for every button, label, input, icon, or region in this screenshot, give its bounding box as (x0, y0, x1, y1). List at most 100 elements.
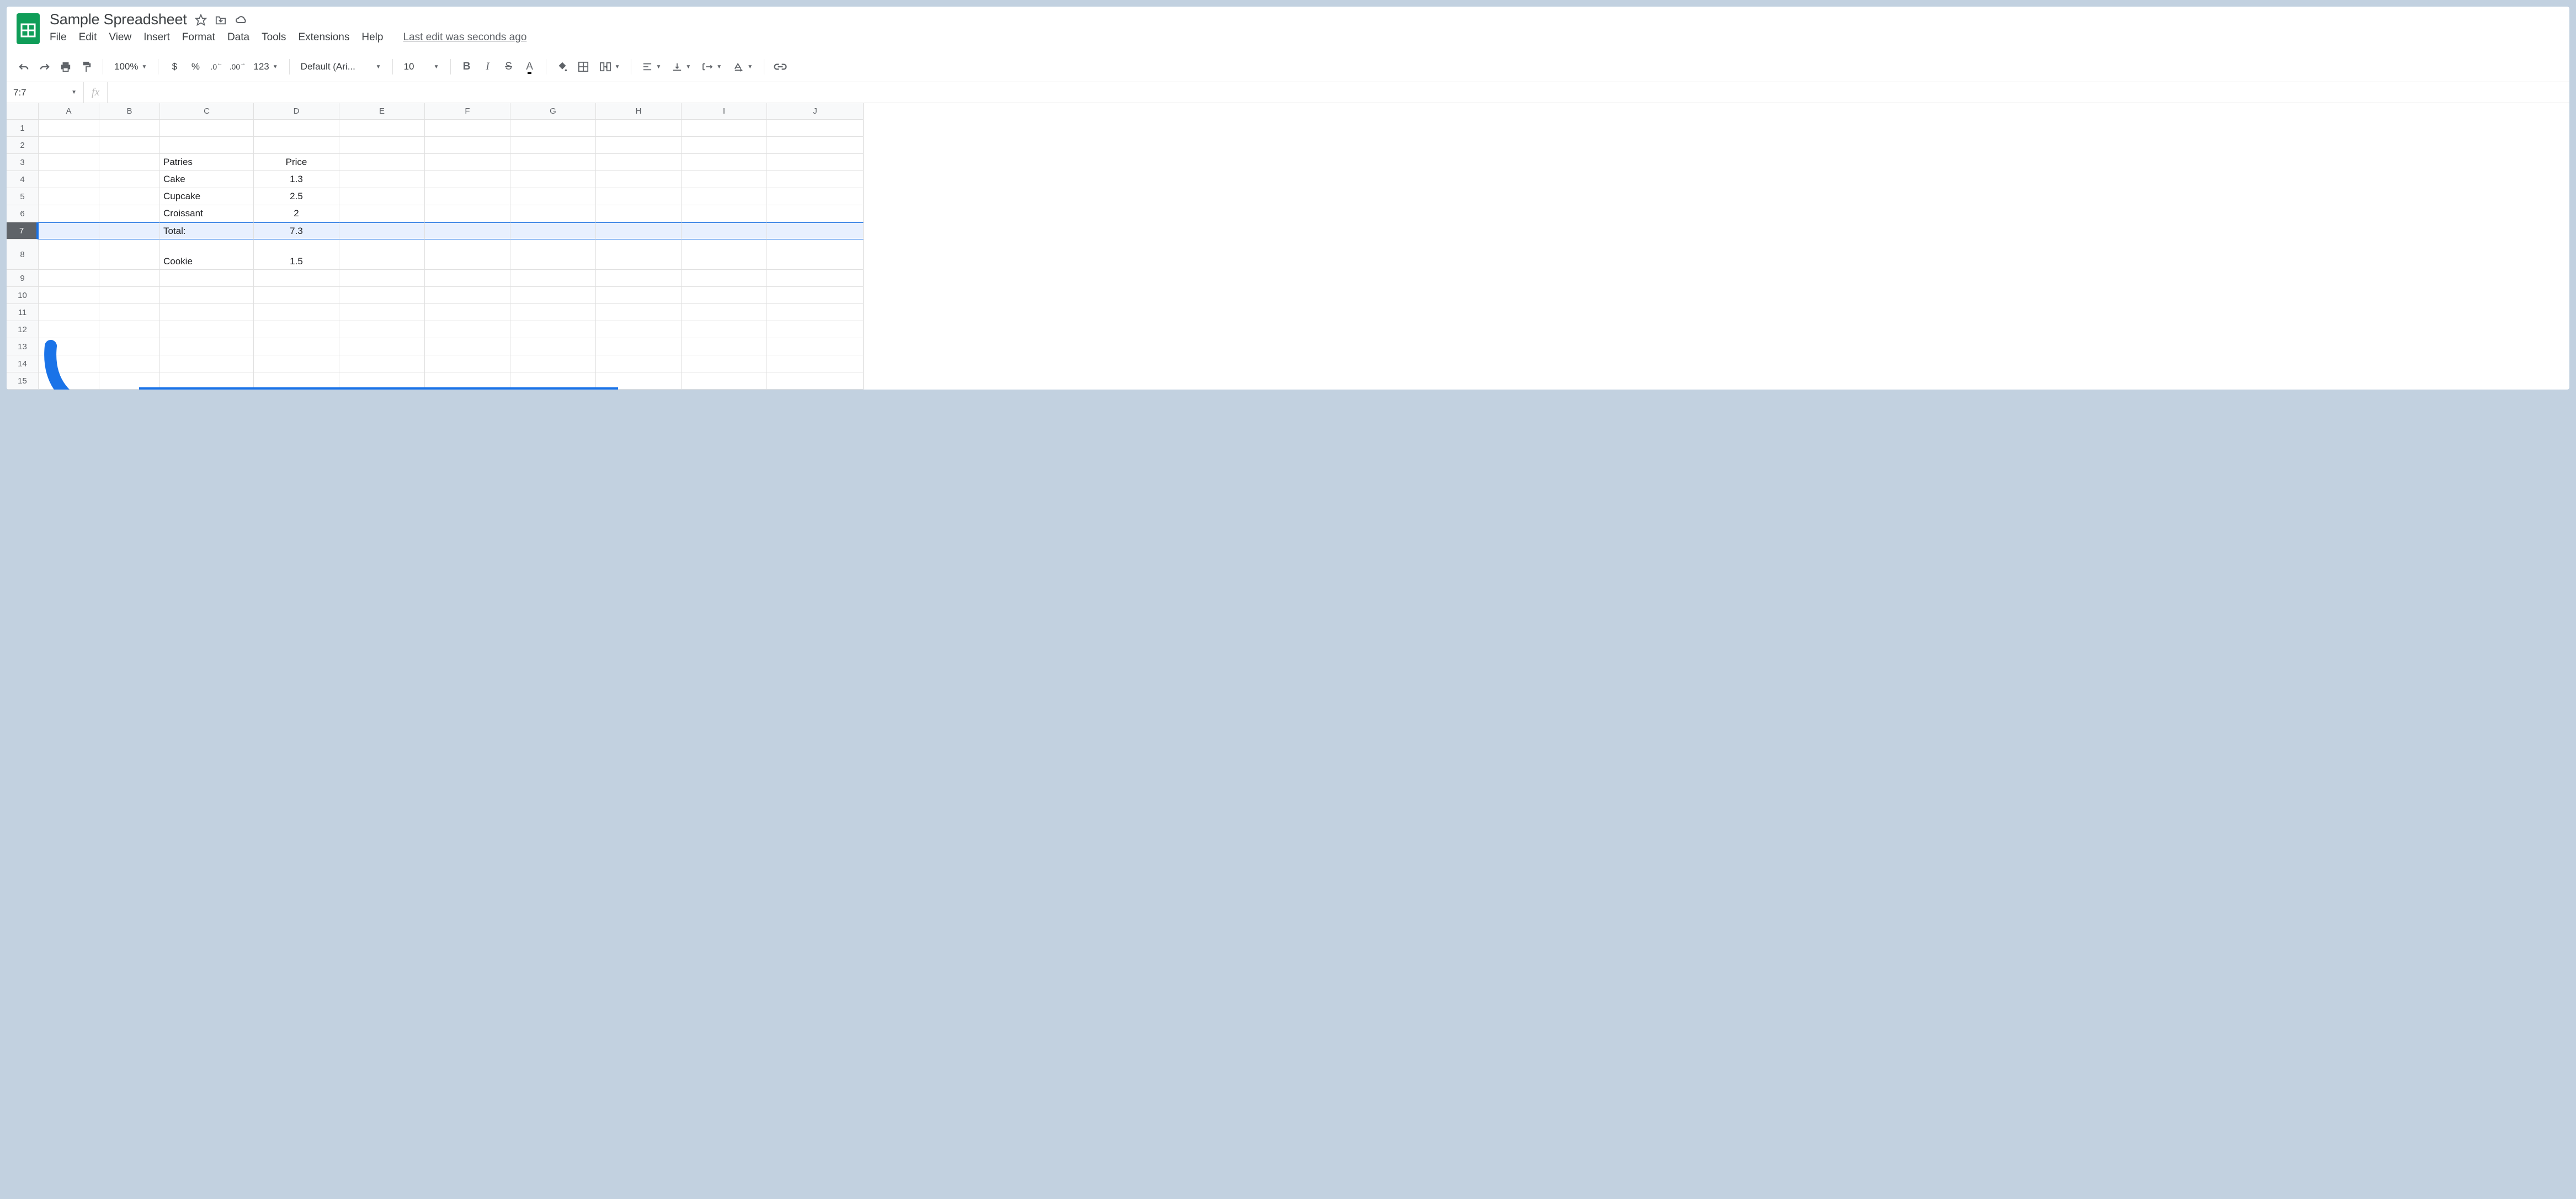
cell[interactable] (767, 120, 864, 137)
cell[interactable] (425, 120, 510, 137)
row-header[interactable]: 1 (7, 120, 39, 137)
cell[interactable] (254, 338, 339, 355)
star-icon[interactable] (195, 14, 207, 26)
cell[interactable] (160, 355, 254, 372)
cell[interactable] (339, 137, 425, 154)
cell[interactable] (99, 321, 160, 338)
cell[interactable] (425, 338, 510, 355)
cell[interactable] (425, 205, 510, 222)
cell[interactable] (254, 372, 339, 390)
cell[interactable]: Patries (160, 154, 254, 171)
cell[interactable] (39, 171, 99, 188)
cell[interactable] (339, 205, 425, 222)
cell[interactable] (682, 120, 767, 137)
cell[interactable] (160, 321, 254, 338)
row-header[interactable]: 15 (7, 372, 39, 390)
cell[interactable]: Total: (160, 222, 254, 239)
col-header-E[interactable]: E (339, 103, 425, 120)
cell[interactable] (425, 355, 510, 372)
cell[interactable] (39, 205, 99, 222)
horizontal-align-dropdown[interactable]: ▼ (638, 62, 666, 71)
cell[interactable] (510, 372, 596, 390)
undo-button[interactable] (14, 57, 33, 76)
cell[interactable] (596, 321, 682, 338)
row-header[interactable]: 9 (7, 270, 39, 287)
cell[interactable] (596, 205, 682, 222)
row-header[interactable]: 7 (7, 222, 39, 239)
cell[interactable] (160, 120, 254, 137)
cell[interactable] (39, 137, 99, 154)
cell[interactable] (682, 137, 767, 154)
row-header[interactable]: 14 (7, 355, 39, 372)
cell[interactable] (596, 120, 682, 137)
italic-button[interactable]: I (478, 57, 497, 76)
row-header[interactable]: 11 (7, 304, 39, 321)
cell[interactable] (339, 372, 425, 390)
cell[interactable] (254, 355, 339, 372)
cell[interactable] (510, 222, 596, 239)
cell[interactable] (99, 355, 160, 372)
decrease-decimal-button[interactable]: .0← (207, 57, 226, 76)
last-edit-link[interactable]: Last edit was seconds ago (403, 31, 526, 44)
paint-format-button[interactable] (77, 57, 96, 76)
sheets-logo[interactable] (14, 11, 42, 46)
cell[interactable] (160, 137, 254, 154)
cell[interactable] (99, 205, 160, 222)
cell[interactable] (596, 372, 682, 390)
cell[interactable] (596, 137, 682, 154)
col-header-C[interactable]: C (160, 103, 254, 120)
cell[interactable] (39, 304, 99, 321)
cell[interactable] (425, 154, 510, 171)
cell[interactable] (510, 270, 596, 287)
cell[interactable] (682, 287, 767, 304)
cell[interactable]: Cookie (160, 239, 254, 270)
cell[interactable] (254, 270, 339, 287)
cell[interactable] (510, 188, 596, 205)
cell[interactable] (425, 137, 510, 154)
menu-view[interactable]: View (109, 31, 131, 44)
cell[interactable] (682, 355, 767, 372)
cell[interactable] (339, 287, 425, 304)
cell[interactable] (682, 154, 767, 171)
strikethrough-button[interactable]: S (499, 57, 518, 76)
cell[interactable] (160, 287, 254, 304)
borders-button[interactable] (574, 57, 593, 76)
cell[interactable] (99, 188, 160, 205)
cell[interactable] (99, 137, 160, 154)
cell[interactable] (99, 372, 160, 390)
row-header[interactable]: 6 (7, 205, 39, 222)
cell[interactable] (682, 171, 767, 188)
cloud-status-icon[interactable] (235, 14, 248, 25)
cell[interactable] (425, 321, 510, 338)
cell[interactable]: 1.5 (254, 239, 339, 270)
cell[interactable] (39, 154, 99, 171)
row-header[interactable]: 3 (7, 154, 39, 171)
cell[interactable] (510, 355, 596, 372)
bold-button[interactable]: B (457, 57, 476, 76)
cell[interactable] (39, 239, 99, 270)
menu-help[interactable]: Help (361, 31, 383, 44)
cell[interactable] (160, 338, 254, 355)
row-header[interactable]: 8 (7, 239, 39, 270)
cell[interactable] (510, 154, 596, 171)
col-header-G[interactable]: G (510, 103, 596, 120)
col-header-F[interactable]: F (425, 103, 510, 120)
cell[interactable] (682, 372, 767, 390)
cell[interactable] (682, 338, 767, 355)
cell[interactable] (99, 222, 160, 239)
cell[interactable] (510, 287, 596, 304)
cell[interactable] (425, 304, 510, 321)
cell[interactable] (339, 171, 425, 188)
cell[interactable] (510, 205, 596, 222)
cell[interactable] (425, 188, 510, 205)
cell[interactable] (596, 355, 682, 372)
cell[interactable] (510, 239, 596, 270)
cell[interactable] (254, 304, 339, 321)
cell[interactable] (254, 321, 339, 338)
cell[interactable] (39, 222, 99, 239)
cell[interactable] (767, 239, 864, 270)
menu-extensions[interactable]: Extensions (298, 31, 349, 44)
move-icon[interactable] (215, 14, 227, 25)
cell[interactable] (339, 188, 425, 205)
cell[interactable] (767, 304, 864, 321)
